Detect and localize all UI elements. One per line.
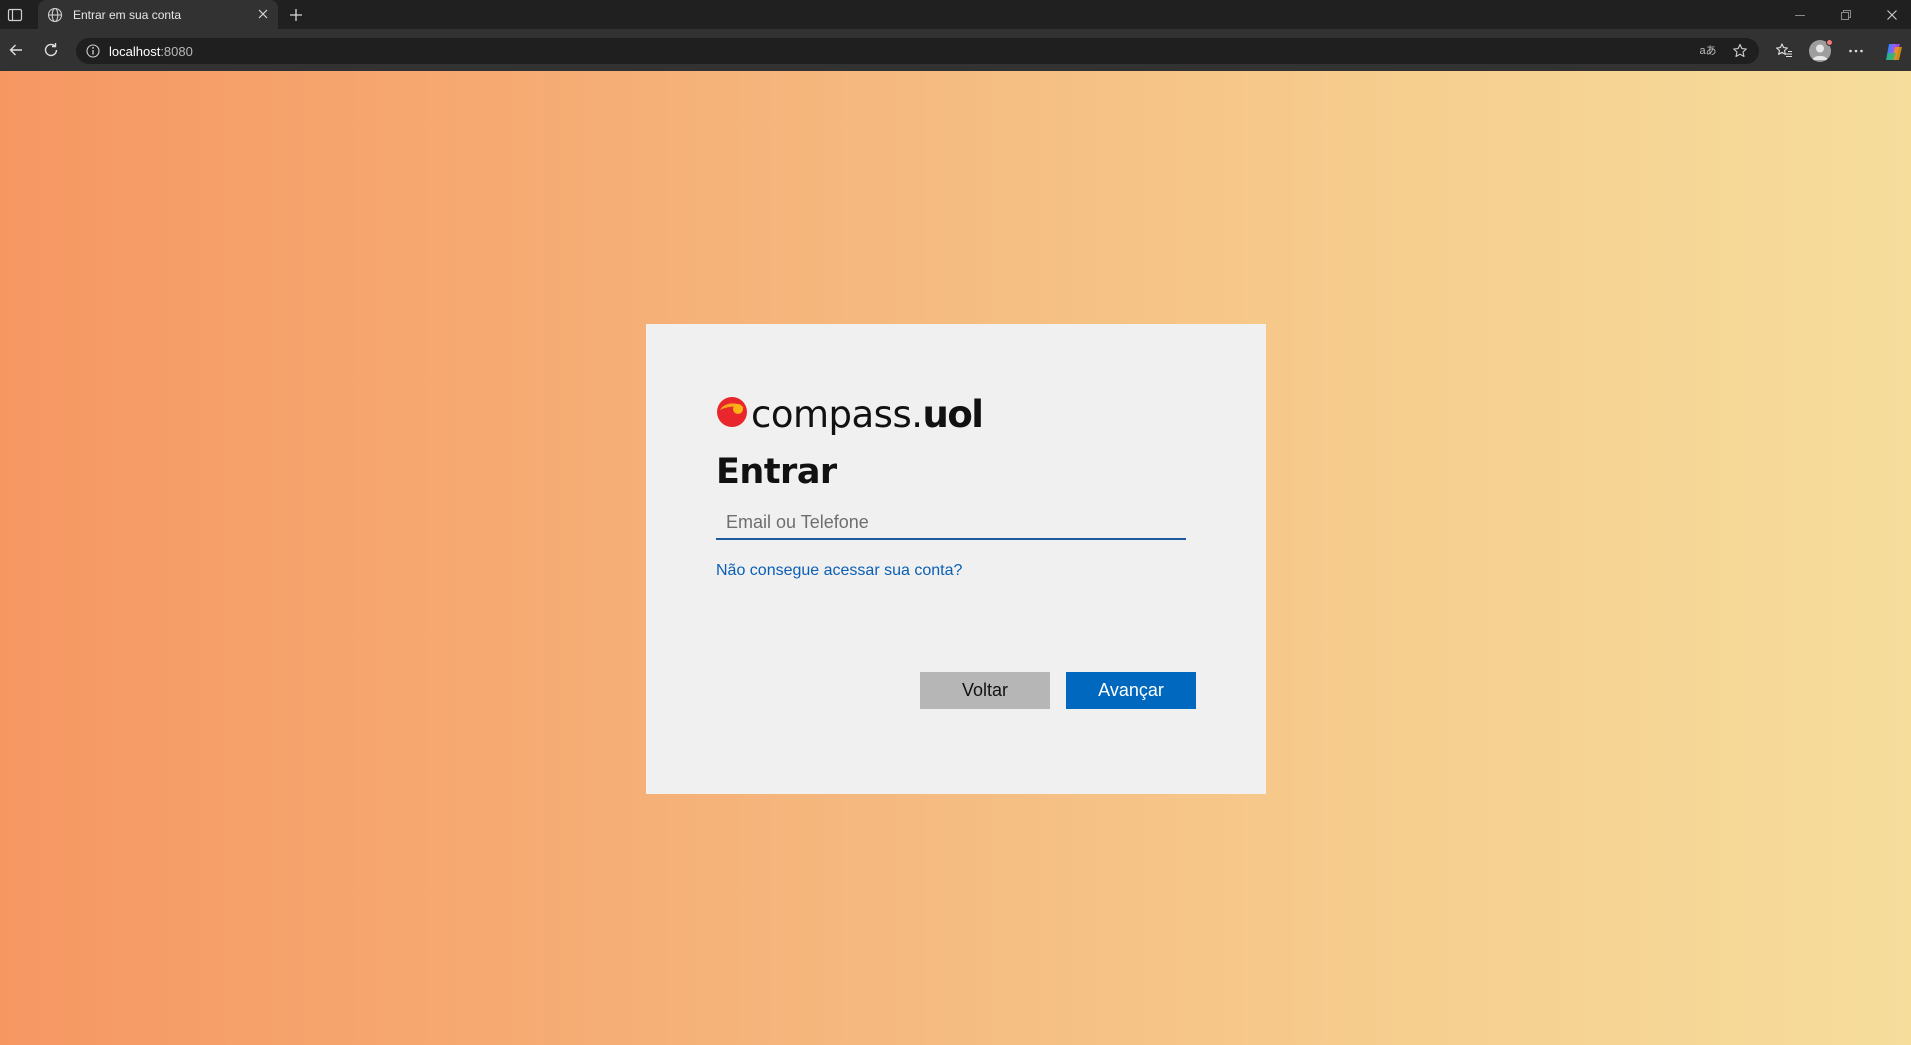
logo-sun-icon xyxy=(716,396,748,428)
browser-tab-active[interactable]: Entrar em sua conta xyxy=(38,0,278,29)
logo-wordmark: compass.uol xyxy=(751,393,984,436)
cant-access-account-link[interactable]: Não consegue acessar sua conta? xyxy=(716,562,962,580)
back-arrow-icon[interactable] xyxy=(7,41,25,59)
url-port: :8080 xyxy=(160,44,193,59)
compass-uol-logo: compass.uol xyxy=(716,393,984,436)
logo-word-dot: . xyxy=(911,393,923,436)
page-title: Entrar xyxy=(716,452,837,492)
email-field-wrapper xyxy=(716,506,1186,540)
restore-icon[interactable] xyxy=(1838,7,1854,23)
url-host: localhost xyxy=(109,44,161,59)
favorites-icon[interactable] xyxy=(1774,41,1794,61)
refresh-icon[interactable] xyxy=(42,41,60,59)
address-bar[interactable]: localhost:8080 aあ xyxy=(76,38,1759,64)
close-window-icon[interactable] xyxy=(1884,7,1900,23)
back-button[interactable]: Voltar xyxy=(920,672,1050,709)
globe-icon xyxy=(47,7,63,23)
notification-dot xyxy=(1826,39,1833,46)
url-text: localhost:8080 xyxy=(109,44,193,59)
tab-actions-icon[interactable] xyxy=(6,6,24,24)
logo-word-bold: uol xyxy=(922,393,984,436)
email-field[interactable] xyxy=(716,506,1186,538)
plus-icon[interactable] xyxy=(287,6,305,24)
logo-word-main: compass xyxy=(751,393,912,436)
more-icon[interactable] xyxy=(1846,41,1866,61)
close-icon[interactable] xyxy=(256,7,270,21)
star-icon[interactable] xyxy=(1731,42,1749,60)
tab-title: Entrar em sua conta xyxy=(73,8,182,22)
copilot-icon[interactable] xyxy=(1883,41,1903,61)
info-icon[interactable] xyxy=(85,43,101,59)
browser-tab-bar: Entrar em sua conta xyxy=(0,0,1911,29)
next-button[interactable]: Avançar xyxy=(1066,672,1196,709)
page-background: compass.uol Entrar Não consegue acessar … xyxy=(0,71,1911,1045)
minimize-icon[interactable] xyxy=(1792,7,1808,23)
read-aloud-icon[interactable]: aあ xyxy=(1699,43,1717,59)
login-card: compass.uol Entrar Não consegue acessar … xyxy=(646,324,1266,794)
browser-toolbar: localhost:8080 aあ xyxy=(0,29,1911,71)
